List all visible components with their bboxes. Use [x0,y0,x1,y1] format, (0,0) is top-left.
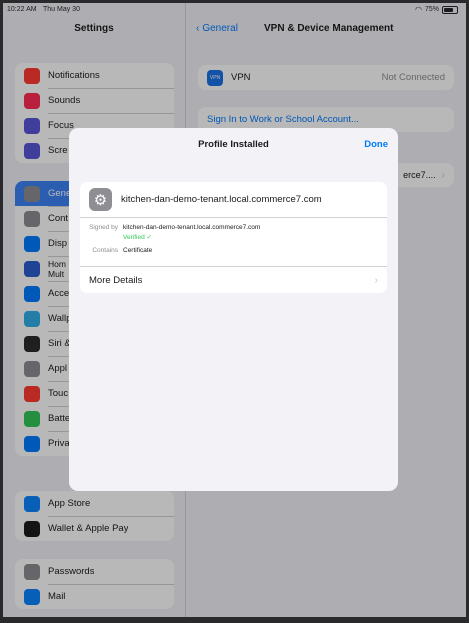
signed-by-value: kitchen-dan-demo-tenant.local.commerce7.… [123,224,261,231]
sidebar-title: Settings [74,23,114,34]
sidebar-item-label: Appl [48,363,68,374]
key-icon [24,563,40,580]
sidebar-item-label: Touc [48,388,69,399]
sidebar-item-passwords[interactable]: Passwords [15,559,174,584]
sidebar-item-label: Wallet & Apple Pay [48,523,129,534]
sidebar-item-label: Cont [48,213,69,224]
wallet-icon [24,520,40,537]
sidebar-item-label: Priva [48,438,70,449]
sidebar-item-label: Sounds [48,95,81,106]
sidebar-item-label: Batte [48,413,71,424]
mail-icon [24,588,40,605]
sidebar-item-label: Scre [48,145,68,156]
sidebar-item-mail[interactable]: Mail [15,584,174,609]
accessibility-icon [24,285,40,302]
sidebar-item-label: Siri & [48,338,71,349]
moon-icon [24,117,40,134]
sidebar-item-label: Mail [48,591,66,602]
chevron-left-icon: ‹ [196,23,200,34]
speaker-icon [24,92,40,109]
sidebar-item-label: Hom Mult [48,258,66,279]
screen: Settings Notifications Sounds Focus Scre Gen… [3,3,466,617]
hourglass-icon [24,142,40,159]
profile-name: kitchen-dan-demo-tenant.local.commerce7.… [121,194,322,205]
wifi-icon: ◠ [415,5,422,14]
vpn-row[interactable]: VPN VPN Not Connected [198,65,454,90]
contains-key: Contains [92,247,118,254]
chevron-right-icon: › [374,274,378,286]
app-store-icon [24,495,40,512]
gear-icon: ⚙ [89,188,112,211]
sidebar-item-label: App Store [48,498,91,509]
device-frame: Settings Notifications Sounds Focus Scre Gen… [0,0,469,623]
status-bar: 10:22 AM Thu May 30 ◠ 75% [3,3,466,17]
sidebar-item-label: Disp [48,238,68,249]
sidebar-group: App Store Wallet & Apple Pay [15,491,174,541]
sidebar-item-sounds[interactable]: Sounds [15,88,174,113]
signed-by-key: Signed by [89,224,118,231]
hand-icon [24,435,40,452]
siri-icon [24,335,40,352]
done-button[interactable]: Done [364,139,388,150]
more-details-row[interactable]: More Details › [80,266,387,293]
battery-icon [24,410,40,427]
chevron-right-icon: › [441,169,445,181]
sidebar-item-wallet-apple-pay[interactable]: Wallet & Apple Pay [15,516,174,541]
sidebar-item-label: Gene [48,188,72,199]
toggles-icon [24,210,40,227]
vpn-status: Not Connected [381,72,445,83]
vpn-label: VPN [231,72,251,83]
battery-percent: 75% [424,6,439,13]
mdm-profile-label: erce7.... [403,170,436,180]
verified-label: Verified ✓ [123,234,152,241]
sidebar-item-notifications[interactable]: Notifications [15,63,174,88]
status-date: Thu May 30 [43,6,80,13]
sidebar-group: Passwords Mail [15,559,174,609]
vpn-card[interactable]: VPN VPN Not Connected [198,65,454,90]
grid-icon [24,260,40,277]
fingerprint-icon [24,385,40,402]
profile-card: ⚙ kitchen-dan-demo-tenant.local.commerce… [80,182,387,293]
sidebar-item-label: Passwords [48,566,95,577]
sheet-header: Profile Installed Done [69,128,398,160]
profile-info: Signed by kitchen-dan-demo-tenant.local.… [80,218,387,254]
sidebar-item-label: Notifications [48,70,100,81]
profile-header: ⚙ kitchen-dan-demo-tenant.local.commerce… [80,182,387,218]
sidebar-item-app-store[interactable]: App Store [15,491,174,516]
gear-icon [24,185,40,202]
profile-installed-sheet: Profile Installed Done ⚙ kitchen-dan-dem… [69,128,398,491]
verified-row: Verified ✓ [80,233,387,241]
status-time: 10:22 AM [7,6,37,13]
back-label: General [202,23,238,34]
contains-value: Certificate [123,247,153,254]
flower-icon [24,310,40,327]
sidebar-item-label: Wallp [48,313,72,324]
vpn-icon: VPN [207,69,223,86]
text-size-icon [24,235,40,252]
bell-icon [24,67,40,84]
pencil-icon [24,360,40,377]
page-title: VPN & Device Management [264,23,394,34]
battery-icon [442,5,458,14]
signed-by-row: Signed by kitchen-dan-demo-tenant.local.… [80,224,387,231]
more-details-label: More Details [89,274,143,286]
back-button[interactable]: ‹ General [196,23,238,34]
sidebar-item-label: Acce [48,288,70,299]
sheet-title: Profile Installed [198,139,269,150]
contains-row: Contains Certificate [80,247,387,254]
